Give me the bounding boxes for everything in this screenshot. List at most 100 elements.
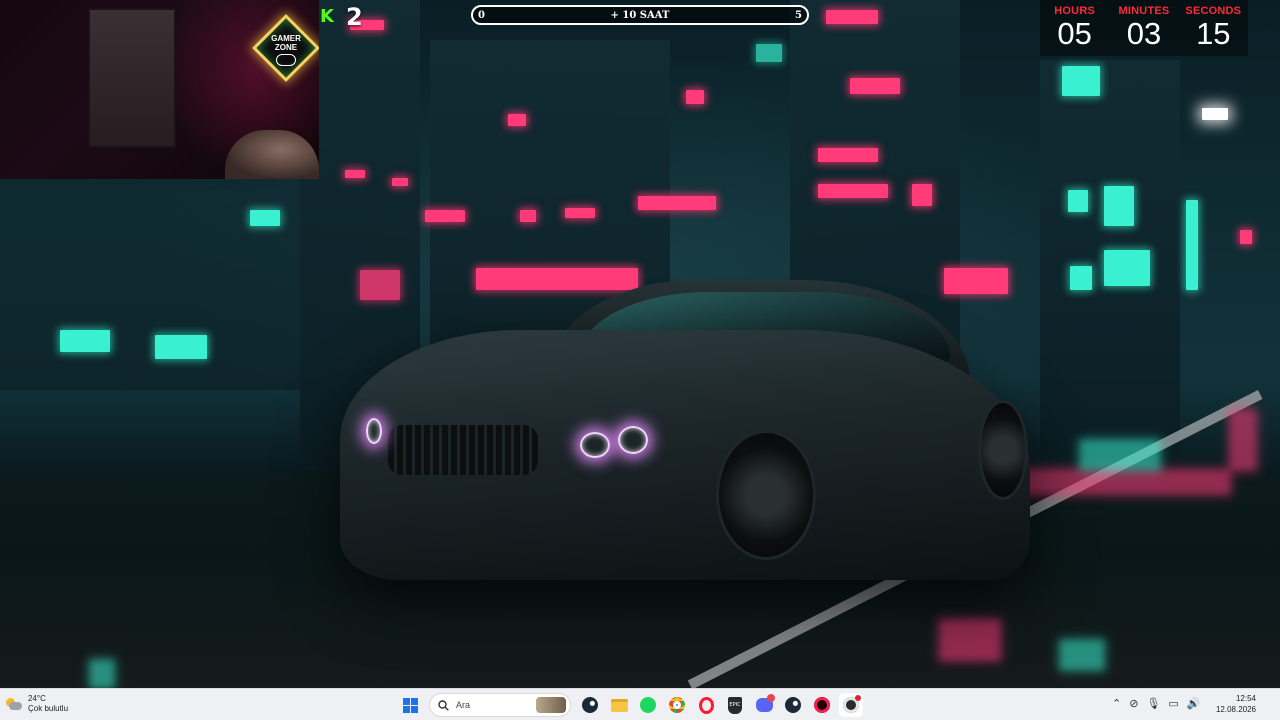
neon-window (565, 208, 595, 218)
neon-window (1070, 266, 1092, 290)
folder-icon (610, 698, 628, 712)
neon-window (1062, 66, 1100, 96)
notification-badge (767, 694, 775, 702)
neon-window (155, 335, 207, 359)
weather-condition: Çok bulutlu (28, 704, 69, 713)
neon-window (508, 114, 526, 126)
neon-window (1104, 186, 1134, 226)
network-off-icon[interactable]: ⊘ (1129, 697, 1138, 710)
neon-reflection (1230, 410, 1256, 470)
gamer-zone-logo: GAMER ZONE (252, 14, 319, 104)
neon-reflection (1080, 440, 1160, 470)
minutes-value: 03 (1126, 16, 1162, 51)
hours-value: 05 (1057, 16, 1092, 51)
countdown-hours: HOURS 05 (1043, 5, 1107, 56)
neon-window (250, 210, 280, 226)
car-wheel (978, 400, 1028, 500)
taskbar-opera-gx[interactable] (810, 693, 834, 717)
kick-icon: K (320, 6, 334, 27)
recording-indicator (855, 695, 861, 701)
neon-window (1068, 190, 1088, 212)
chrome-icon (669, 697, 685, 713)
neon-window (912, 184, 932, 206)
volume-icon[interactable]: 🔊 (1187, 697, 1201, 710)
taskbar-chrome[interactable] (665, 693, 689, 717)
neon-window (826, 10, 878, 24)
taskbar-apps: Ara EPIC (398, 693, 863, 717)
search-icon (438, 699, 449, 711)
opera-gx-icon (814, 697, 830, 713)
neon-window (686, 90, 704, 104)
chevron-up-icon[interactable]: ⌃ (1112, 697, 1121, 710)
neon-window (476, 268, 638, 290)
neon-window (1186, 200, 1198, 290)
countdown-seconds: SECONDS 15 (1181, 5, 1245, 56)
neon-window (60, 330, 110, 352)
kick-follower-counter: K 2 (320, 3, 363, 31)
weather-widget[interactable]: 24°C Çok bulutlu (6, 694, 68, 714)
clock-date: 12.08.2026 (1215, 705, 1256, 714)
neon-window (850, 78, 900, 94)
neon-window (520, 210, 536, 222)
car-headlight (366, 418, 382, 444)
neon-window (1104, 250, 1150, 286)
subathon-min: 0 (478, 9, 485, 21)
search-highlight-image (536, 697, 566, 713)
car-wheel (716, 430, 816, 560)
neon-window (345, 170, 365, 178)
gamer-zone-text: GAMER ZONE (271, 34, 301, 52)
taskbar-steam-2[interactable] (781, 693, 805, 717)
taskbar-file-explorer[interactable] (607, 693, 631, 717)
neon-reflection (90, 660, 114, 688)
countdown-timer: HOURS 05 MINUTES 03 SECONDS 15 (1040, 0, 1248, 56)
car-headlight (618, 426, 648, 454)
subathon-max: 5 (795, 9, 802, 21)
neon-reflection (1060, 640, 1104, 670)
seconds-value: 15 (1196, 16, 1231, 51)
taskbar-steam[interactable] (578, 693, 602, 717)
subathon-label: + 10 SAAT (610, 9, 670, 21)
taskbar-obs[interactable] (839, 693, 863, 717)
taskbar-epic-games[interactable]: EPIC (723, 693, 747, 717)
neon-window (818, 148, 878, 162)
neon-window (1240, 230, 1252, 244)
spotify-icon (640, 697, 656, 713)
car-grille (388, 425, 538, 475)
street-lamp (1202, 108, 1228, 120)
taskbar-search[interactable]: Ara (429, 693, 571, 717)
windows-logo-icon (402, 697, 418, 713)
kick-count: 2 (346, 3, 363, 31)
epic-games-icon: EPIC (728, 696, 742, 714)
search-placeholder: Ara (456, 700, 471, 710)
taskbar: 24°C Çok bulutlu Ara EPIC ⌃ ⊘ 🎙 ▭ 🔊 12:5… (0, 688, 1280, 720)
subathon-progress-bar: 0 + 10 SAAT 5 (471, 5, 809, 25)
neon-window (392, 178, 408, 186)
system-tray: ⌃ ⊘ 🎙 ▭ 🔊 (1112, 697, 1201, 710)
webcam-background-shelf (88, 8, 176, 148)
neon-reflection (940, 620, 1000, 660)
neon-window (756, 44, 782, 62)
neon-window (818, 184, 888, 198)
display-icon[interactable]: ▭ (1168, 697, 1178, 710)
neon-window (944, 268, 1008, 294)
partly-cloudy-icon (6, 698, 22, 710)
weather-temperature: 24°C (28, 694, 46, 703)
taskbar-discord[interactable] (752, 693, 776, 717)
microphone-icon[interactable]: 🎙 (1146, 697, 1160, 710)
taskbar-opera[interactable] (694, 693, 718, 717)
countdown-minutes: MINUTES 03 (1112, 5, 1176, 56)
steam-icon (785, 697, 801, 713)
clock-time: 12:54 (1235, 694, 1256, 703)
neon-window (638, 196, 716, 210)
taskbar-spotify[interactable] (636, 693, 660, 717)
steam-icon (582, 697, 598, 713)
gamepad-icon (276, 54, 296, 66)
neon-window (425, 210, 465, 222)
neon-reflection (1010, 470, 1230, 494)
start-button[interactable] (398, 693, 422, 717)
webcam-feed: GAMER ZONE (0, 0, 319, 179)
weather-text: 24°C Çok bulutlu (28, 694, 68, 714)
opera-icon (698, 696, 714, 714)
system-clock[interactable]: 12:54 12.08.2026 (1216, 693, 1256, 715)
car-headlight (580, 432, 610, 458)
